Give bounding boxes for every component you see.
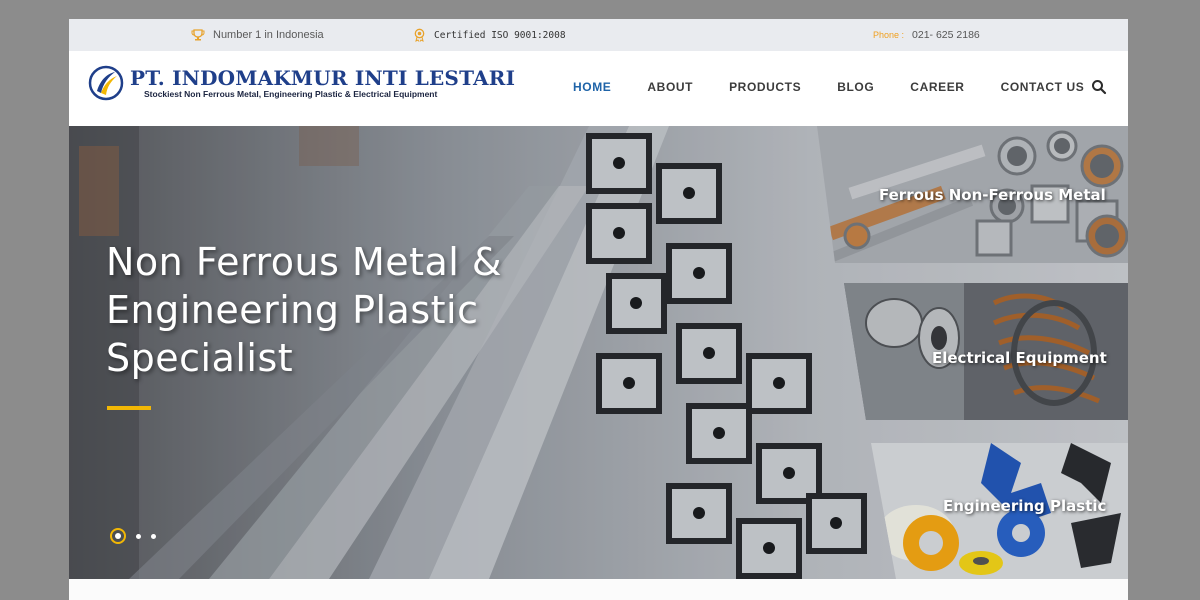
nav-products[interactable]: PRODUCTS: [729, 80, 801, 94]
iso-text: Certified ISO 9001:2008: [434, 29, 566, 41]
category-tile-electrical-equipment[interactable]: Electrical Equipment: [844, 283, 1128, 420]
phone-info: Phone : 021- 625 2186: [873, 19, 980, 51]
phone-number[interactable]: 021- 625 2186: [912, 29, 980, 41]
category-tile-engineering-plastic[interactable]: Engineering Plastic: [871, 443, 1128, 579]
website-frame: Number 1 in Indonesia Certified ISO 9001…: [69, 19, 1128, 600]
category-label-electrical-equipment: Electrical Equipment: [932, 349, 1107, 367]
company-logo-icon: [88, 65, 124, 101]
category-tile-ferrous-metal[interactable]: Ferrous Non-Ferrous Metal: [817, 126, 1128, 263]
category-label-engineering-plastic: Engineering Plastic: [943, 497, 1107, 515]
company-logo-text: PT. INDOMAKMUR INTI LESTARI Stockiest No…: [130, 67, 515, 100]
category-label-ferrous-metal: Ferrous Non-Ferrous Metal: [879, 186, 1106, 204]
hero-title: Non Ferrous Metal & Engineering Plastic …: [106, 240, 503, 380]
nav-about[interactable]: ABOUT: [647, 80, 693, 94]
rank-text: Number 1 in Indonesia: [213, 29, 324, 41]
slider-dot-3[interactable]: [151, 533, 156, 539]
company-tagline: Stockiest Non Ferrous Metal, Engineering…: [144, 88, 438, 99]
main-nav: HOME ABOUT PRODUCTS BLOG CAREER CONTACT …: [573, 77, 1120, 97]
nav-blog[interactable]: BLOG: [837, 80, 874, 94]
slider-dot-1[interactable]: [110, 528, 126, 544]
slider-dot-2[interactable]: [136, 533, 141, 539]
nav-home[interactable]: HOME: [573, 80, 611, 94]
iso-info: Certified ISO 9001:2008: [413, 19, 566, 51]
company-logo[interactable]: PT. INDOMAKMUR INTI LESTARI Stockiest No…: [88, 65, 515, 101]
slider-dots: [110, 528, 156, 544]
award-icon: [414, 28, 425, 42]
nav-contact-us[interactable]: CONTACT US: [1001, 80, 1085, 94]
search-icon[interactable]: [1091, 79, 1107, 95]
hero-title-underline: [107, 406, 151, 410]
phone-label: Phone :: [873, 30, 905, 40]
company-name: PT. INDOMAKMUR INTI LESTARI: [130, 65, 516, 90]
hero-section: Non Ferrous Metal & Engineering Plastic …: [69, 126, 1128, 579]
rank-info: Number 1 in Indonesia: [191, 19, 324, 51]
next-section-preview: [69, 579, 1128, 600]
top-info-bar: Number 1 in Indonesia Certified ISO 9001…: [69, 19, 1128, 51]
trophy-icon: [191, 29, 205, 41]
site-header: PT. INDOMAKMUR INTI LESTARI Stockiest No…: [69, 51, 1128, 126]
nav-career[interactable]: CAREER: [910, 80, 964, 94]
